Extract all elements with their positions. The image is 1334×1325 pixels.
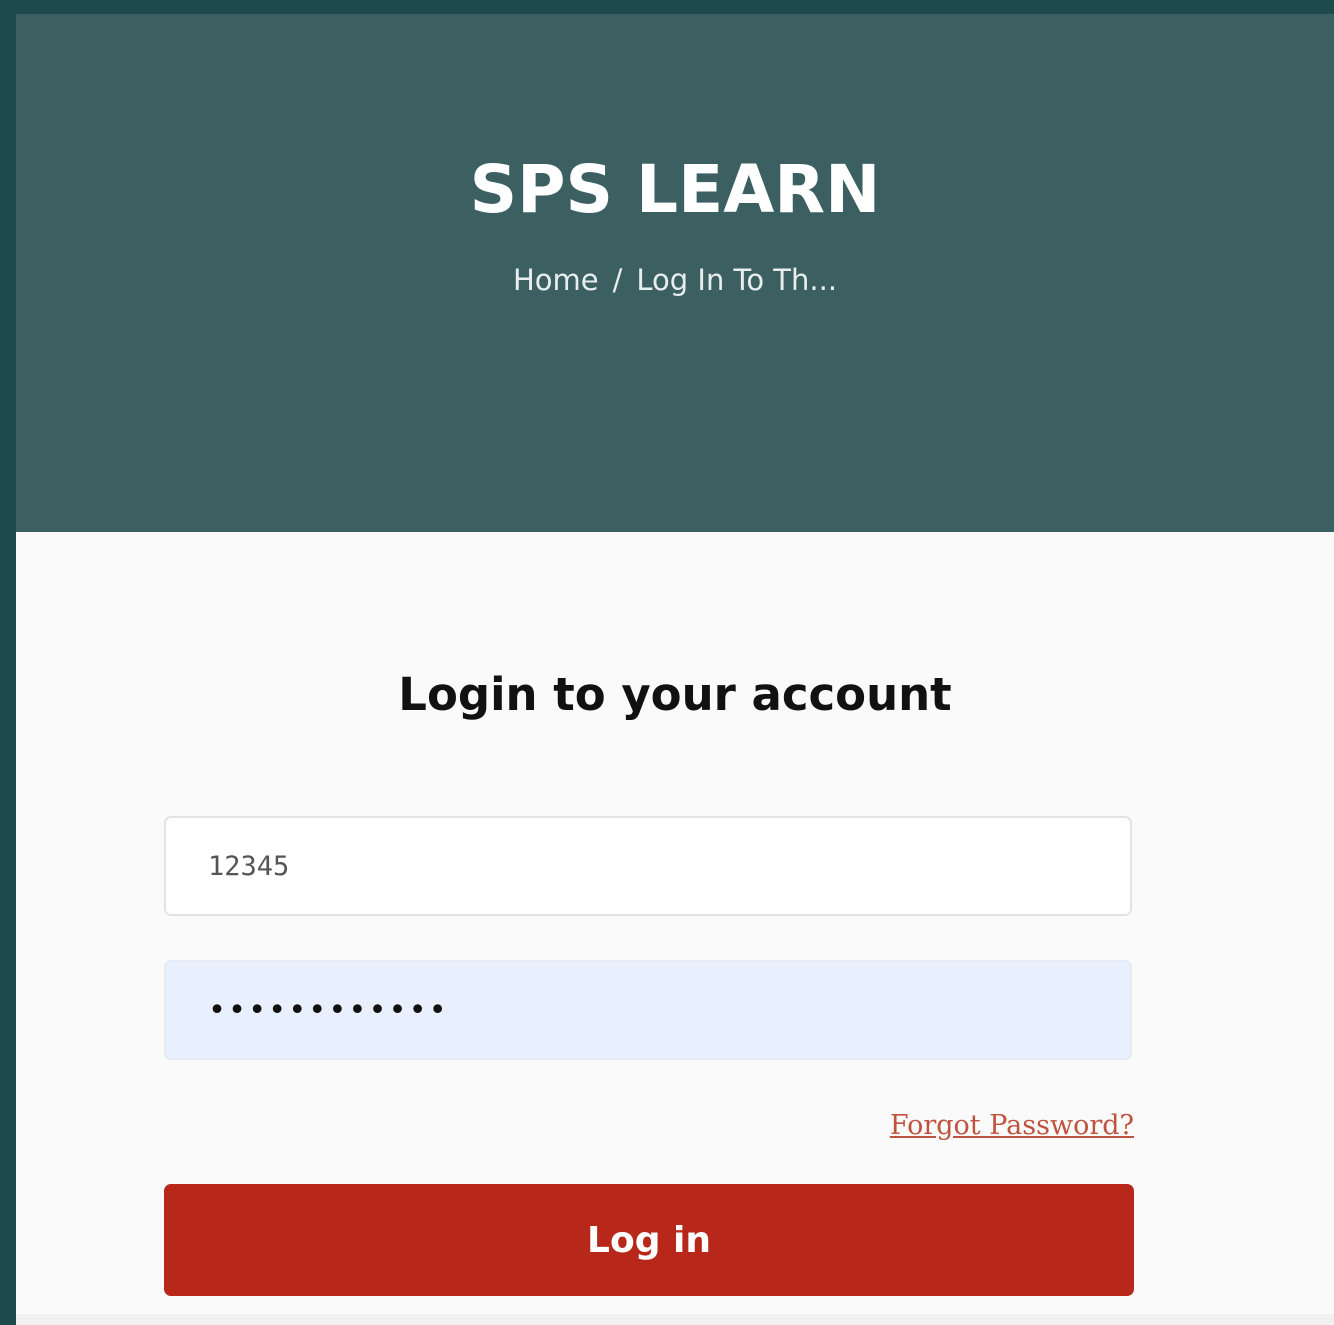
- breadcrumb: Home / Log In To Th...: [16, 260, 1334, 300]
- brand-title: SPS LEARN: [469, 151, 881, 228]
- username-input[interactable]: [164, 816, 1132, 916]
- forgot-password-link[interactable]: Forgot Password?: [890, 1108, 1134, 1144]
- page-bottom-edge: [16, 1314, 1334, 1325]
- login-button[interactable]: Log in: [164, 1184, 1134, 1296]
- breadcrumb-separator: /: [612, 263, 623, 297]
- page-frame: SPS LEARN Home / Log In To Th... Login to …: [16, 14, 1334, 1325]
- login-heading: Login to your account: [398, 668, 952, 721]
- breadcrumb-current: Log In To Th...: [636, 263, 838, 297]
- hero-banner: SPS LEARN Home / Log In To Th...: [16, 14, 1334, 532]
- password-input[interactable]: [164, 960, 1132, 1060]
- breadcrumb-home-link[interactable]: Home: [513, 263, 599, 297]
